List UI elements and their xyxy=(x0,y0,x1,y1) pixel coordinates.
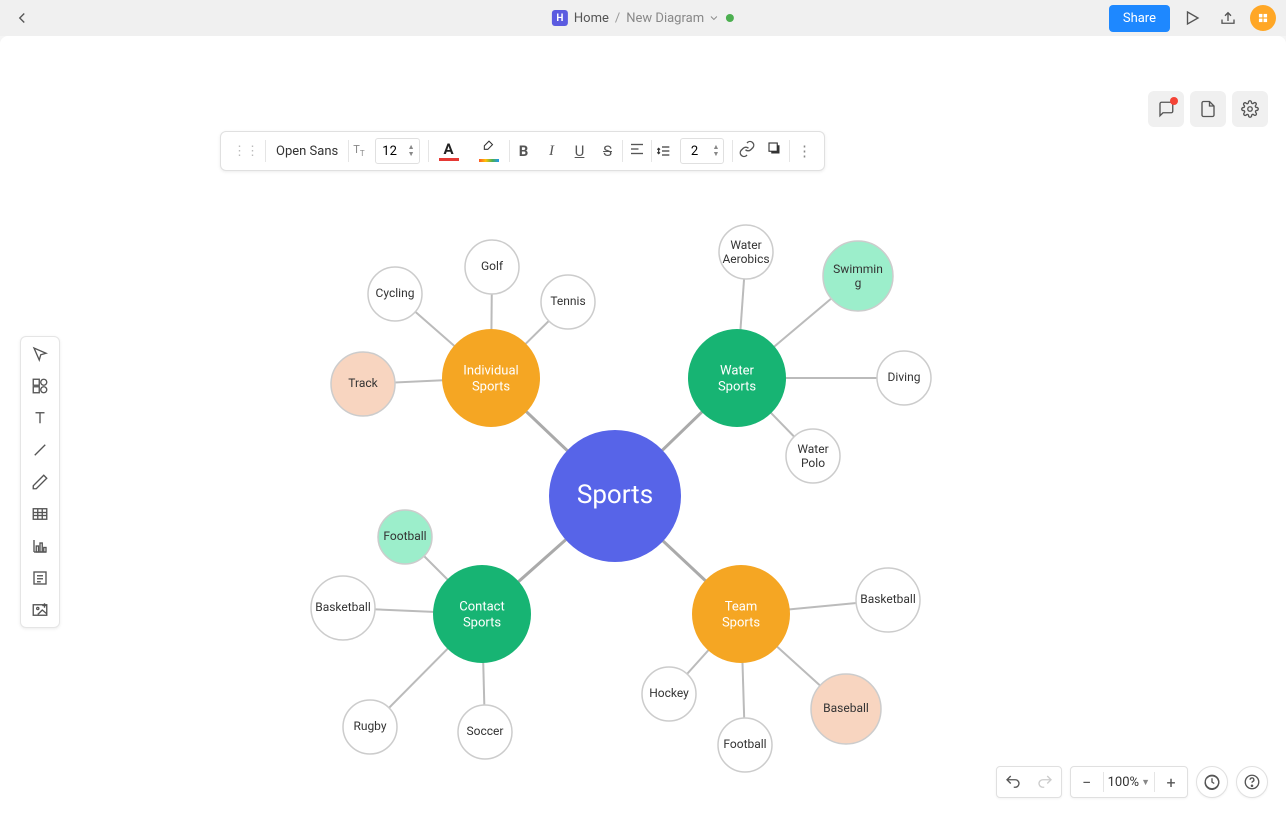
canvas[interactable]: ⋮⋮ Open Sans TT ▲▼ A B I U S xyxy=(0,36,1286,816)
image-tool[interactable] xyxy=(26,599,54,621)
shapes-tool[interactable] xyxy=(26,375,54,397)
svg-text:Golf: Golf xyxy=(481,259,504,273)
mindmap-diagram[interactable]: GolfCyclingTennisTrackWaterAerobicsSwimm… xyxy=(250,156,1010,796)
svg-text:Football: Football xyxy=(723,737,766,751)
svg-text:Basketball: Basketball xyxy=(315,600,371,614)
svg-text:Sports: Sports xyxy=(463,615,501,630)
svg-text:Diving: Diving xyxy=(888,370,921,384)
svg-text:Sports: Sports xyxy=(718,379,756,394)
redo-button[interactable] xyxy=(1029,766,1061,798)
sync-status-icon xyxy=(726,14,734,22)
svg-text:Baseball: Baseball xyxy=(823,701,869,715)
svg-text:g: g xyxy=(855,276,862,290)
export-button[interactable] xyxy=(1214,4,1242,32)
history-button[interactable] xyxy=(1196,766,1228,798)
document-name-text: New Diagram xyxy=(626,11,704,26)
share-button[interactable]: Share xyxy=(1109,5,1170,32)
svg-text:Swimmin: Swimmin xyxy=(833,262,883,276)
chevron-down-icon xyxy=(708,12,720,24)
svg-text:Tennis: Tennis xyxy=(550,294,585,308)
svg-text:Sports: Sports xyxy=(722,615,760,630)
user-avatar[interactable] xyxy=(1250,5,1276,31)
svg-text:Aerobics: Aerobics xyxy=(722,252,769,266)
breadcrumb: H Home / New Diagram xyxy=(552,10,734,26)
left-toolbox xyxy=(20,336,60,628)
help-button[interactable] xyxy=(1236,766,1268,798)
present-button[interactable] xyxy=(1178,4,1206,32)
line-tool[interactable] xyxy=(26,439,54,461)
svg-text:Track: Track xyxy=(348,376,378,390)
svg-text:Hockey: Hockey xyxy=(649,686,689,700)
table-tool[interactable] xyxy=(26,503,54,525)
svg-text:Basketball: Basketball xyxy=(860,592,916,606)
select-tool[interactable] xyxy=(26,343,54,365)
svg-text:Individual: Individual xyxy=(463,363,518,378)
undo-button[interactable] xyxy=(997,766,1029,798)
right-toolbar xyxy=(1148,91,1268,127)
svg-text:Rugby: Rugby xyxy=(353,719,386,733)
svg-text:Team: Team xyxy=(725,599,758,614)
app-header: H Home / New Diagram Share xyxy=(0,0,1286,36)
back-button[interactable] xyxy=(10,6,34,30)
svg-text:Sports: Sports xyxy=(472,379,510,394)
zoom-out-button[interactable]: − xyxy=(1071,766,1103,798)
chart-tool[interactable] xyxy=(26,535,54,557)
zoom-level[interactable]: 100%▼ xyxy=(1104,775,1154,790)
zoom-level-text: 100% xyxy=(1108,775,1139,790)
breadcrumb-home[interactable]: Home xyxy=(574,11,609,26)
svg-text:Cycling: Cycling xyxy=(376,286,415,300)
breadcrumb-separator: / xyxy=(615,11,620,26)
comments-button[interactable] xyxy=(1148,91,1184,127)
svg-text:Water: Water xyxy=(730,238,761,252)
pen-tool[interactable] xyxy=(26,471,54,493)
svg-text:Soccer: Soccer xyxy=(467,724,504,738)
svg-text:Water: Water xyxy=(720,363,755,378)
svg-text:Football: Football xyxy=(383,529,426,543)
settings-button[interactable] xyxy=(1232,91,1268,127)
note-tool[interactable] xyxy=(26,567,54,589)
document-name[interactable]: New Diagram xyxy=(626,11,720,26)
svg-text:Water: Water xyxy=(797,442,828,456)
pages-button[interactable] xyxy=(1190,91,1226,127)
text-tool[interactable] xyxy=(26,407,54,429)
notification-dot xyxy=(1170,97,1178,105)
svg-text:Sports: Sports xyxy=(577,480,653,510)
svg-text:Polo: Polo xyxy=(801,456,825,470)
svg-text:Contact: Contact xyxy=(459,599,504,614)
bottom-bar: − 100%▼ + xyxy=(996,766,1268,798)
home-icon: H xyxy=(552,10,568,26)
zoom-in-button[interactable]: + xyxy=(1155,766,1187,798)
